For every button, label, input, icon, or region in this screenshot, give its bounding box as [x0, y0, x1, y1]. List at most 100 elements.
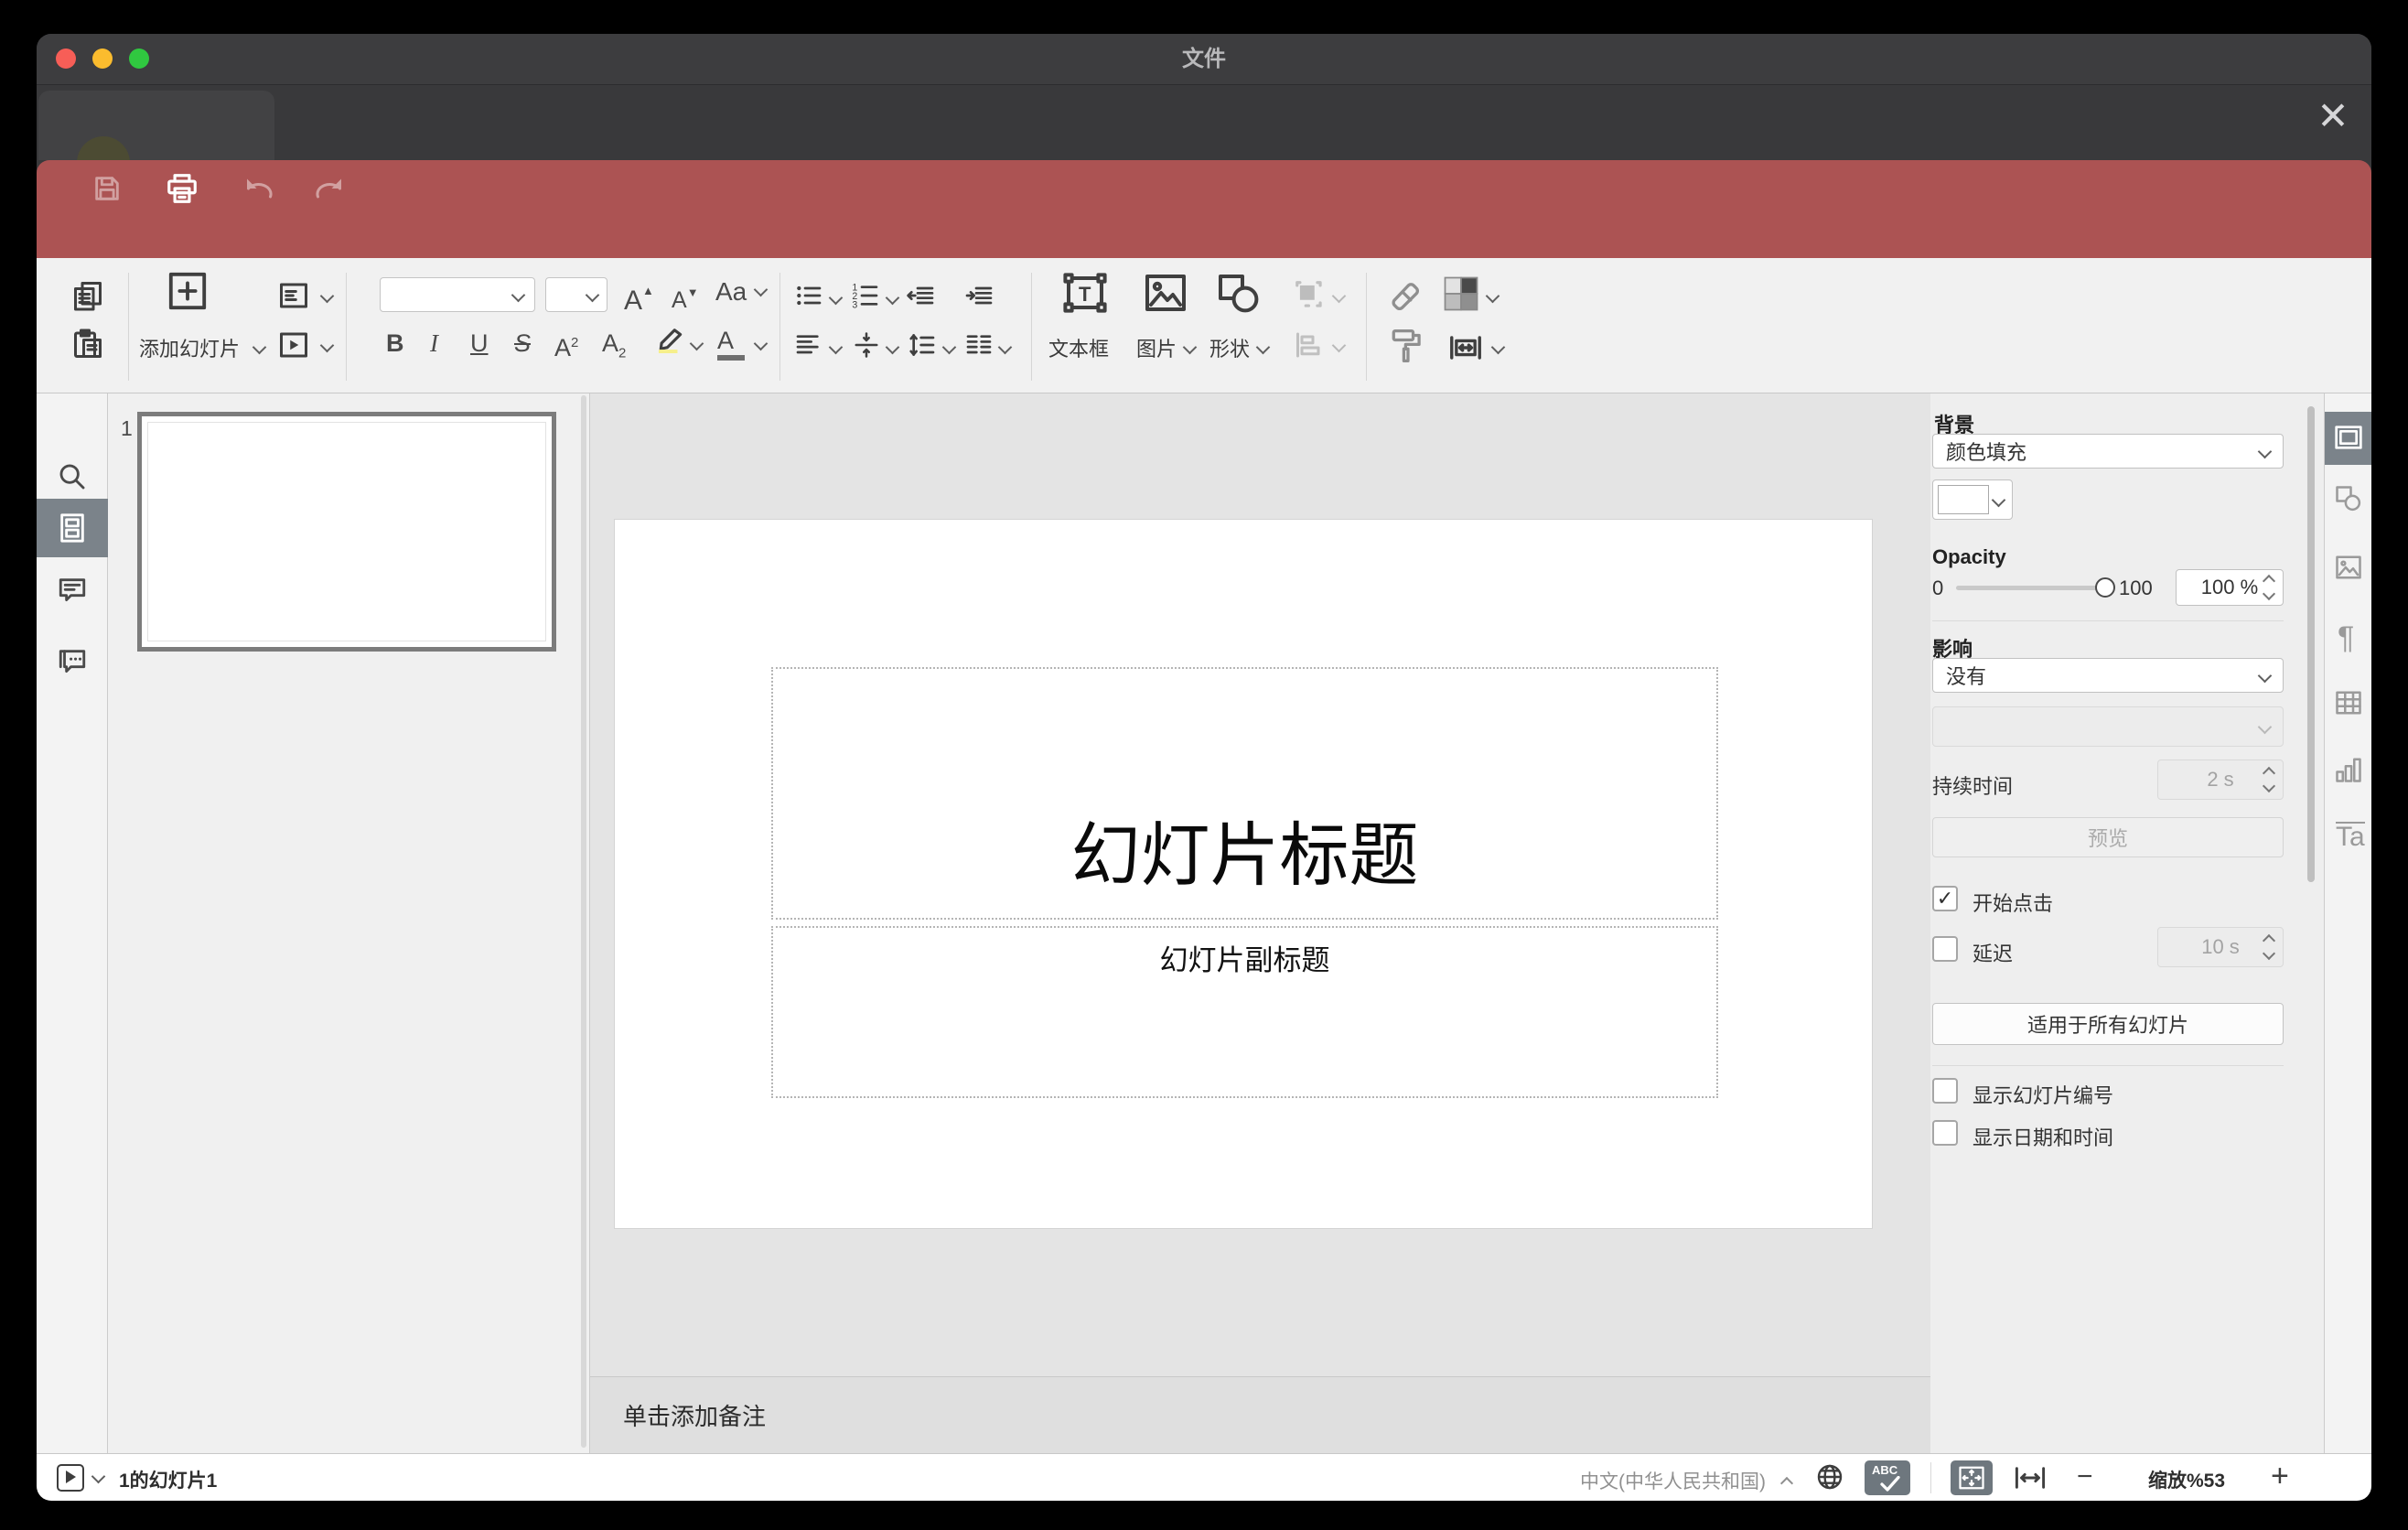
font-color-button[interactable]: A — [717, 324, 745, 361]
effect-select[interactable]: 没有 — [1932, 658, 2284, 693]
duration-label: 持续时间 — [1932, 775, 2014, 798]
table-settings-icon[interactable] — [2335, 690, 2362, 716]
chevron-down-icon[interactable] — [91, 1469, 106, 1484]
decrease-font-size-button[interactable]: A▼ — [672, 276, 699, 317]
spinner-arrows-icon[interactable] — [2262, 570, 2276, 605]
chat-icon[interactable] — [57, 646, 88, 677]
shapes-label: 形状 — [1209, 338, 1251, 361]
background-color-picker[interactable] — [1932, 479, 2013, 520]
decrease-indent-icon[interactable] — [906, 281, 937, 310]
chevron-down-icon — [2257, 668, 2273, 683]
undo-icon[interactable] — [242, 176, 274, 201]
background-fill-select[interactable]: 颜色填充 — [1932, 434, 2284, 469]
numbered-list-icon[interactable]: 123 — [851, 281, 880, 310]
bullet-list-icon[interactable] — [794, 281, 823, 310]
print-icon[interactable] — [165, 171, 199, 206]
chevron-down-icon[interactable] — [885, 290, 900, 306]
start-slideshow-status-icon[interactable] — [57, 1464, 84, 1492]
image-button[interactable]: 图片 — [1136, 333, 1198, 362]
increase-font-size-button[interactable]: A▲ — [624, 275, 654, 318]
copy-icon[interactable] — [71, 279, 104, 312]
language-button[interactable]: 中文(中华人民共和国) — [1580, 1467, 1793, 1494]
paste-icon[interactable] — [71, 328, 104, 361]
start-on-click-checkbox[interactable]: ✓ — [1932, 886, 1958, 911]
opacity-slider-track[interactable] — [1956, 586, 2108, 590]
chevron-down-icon[interactable] — [1490, 339, 1506, 355]
zoom-out-button[interactable]: − — [2077, 1461, 2093, 1492]
shape-settings-icon[interactable] — [2335, 485, 2362, 512]
slides-panel-icon[interactable] — [58, 512, 87, 544]
chevron-down-icon[interactable] — [828, 339, 844, 355]
font-name-combobox[interactable] — [380, 277, 535, 312]
increase-indent-icon[interactable] — [964, 281, 995, 310]
change-case-button[interactable]: Aa — [715, 275, 769, 308]
fit-slide-button[interactable] — [1951, 1460, 1993, 1495]
slide-indicator: 1的幻灯片1 — [119, 1471, 218, 1492]
redo-icon[interactable] — [314, 176, 347, 201]
thumbnail-scrollbar[interactable] — [581, 395, 586, 1448]
delay-checkbox[interactable] — [1932, 936, 1958, 962]
image-icon[interactable] — [1144, 273, 1188, 313]
chevron-down-icon[interactable] — [319, 288, 335, 304]
textbox-button[interactable]: 文本框 — [1048, 333, 1109, 362]
slide-canvas[interactable]: 幻灯片标题 幻灯片副标题 — [615, 520, 1872, 1228]
save-icon[interactable] — [91, 173, 123, 204]
image-label: 图片 — [1136, 338, 1177, 361]
chevron-down-icon[interactable] — [689, 336, 704, 351]
bold-button[interactable]: B — [386, 327, 404, 360]
start-slideshow-icon[interactable] — [276, 329, 311, 361]
italic-button[interactable]: I — [430, 327, 438, 360]
chevron-down-icon[interactable] — [319, 338, 335, 353]
title-placeholder[interactable]: 幻灯片标题 — [771, 667, 1718, 920]
opacity-slider-handle[interactable] — [2095, 577, 2115, 598]
shapes-icon[interactable] — [1217, 273, 1261, 313]
horizontal-align-icon[interactable] — [794, 330, 823, 360]
line-spacing-icon[interactable] — [908, 330, 937, 360]
spellcheck-abc-label: ABC — [1872, 1463, 1898, 1477]
textart-settings-icon[interactable]: Ta — [2336, 822, 2365, 853]
spellcheck-button[interactable]: ABC — [1865, 1460, 1910, 1495]
show-date-time-checkbox[interactable] — [1932, 1120, 1958, 1146]
left-sidebar — [37, 393, 108, 1453]
slide-number: 1 — [121, 416, 133, 440]
search-icon[interactable] — [57, 461, 88, 492]
shapes-button[interactable]: 形状 — [1209, 333, 1271, 362]
zoom-in-button[interactable]: + — [2271, 1459, 2289, 1494]
subtitle-placeholder[interactable]: 幻灯片副标题 — [771, 926, 1718, 1098]
chevron-down-icon[interactable] — [753, 336, 769, 351]
image-settings-icon[interactable] — [2335, 555, 2362, 580]
add-slide-button[interactable]: 添加幻灯片 — [139, 333, 267, 362]
notes-area[interactable]: 单击添加备注 — [590, 1376, 1930, 1453]
opacity-spinner[interactable]: 100 % — [2176, 569, 2284, 606]
chevron-down-icon[interactable] — [885, 339, 900, 355]
chevron-down-icon[interactable] — [941, 339, 957, 355]
strikethrough-button[interactable]: S — [514, 327, 531, 360]
highlight-color-icon[interactable] — [651, 326, 686, 353]
chevron-down-icon[interactable] — [997, 339, 1013, 355]
font-size-combobox[interactable] — [545, 277, 607, 312]
chevron-down-icon[interactable] — [828, 290, 844, 306]
slide-layout-icon[interactable] — [276, 279, 311, 312]
close-icon[interactable]: ✕ — [2311, 94, 2355, 138]
subscript-button[interactable]: A2 — [602, 327, 626, 370]
vertical-align-icon[interactable] — [853, 330, 880, 360]
underline-button[interactable]: U — [470, 327, 489, 360]
slide-settings-icon[interactable] — [2334, 424, 2363, 451]
apply-to-all-slides-button[interactable]: 适用于所有幻灯片 — [1932, 1003, 2284, 1045]
superscript-button[interactable]: A2 — [554, 327, 578, 364]
globe-icon[interactable] — [1815, 1462, 1844, 1492]
paragraph-settings-icon[interactable]: ¶ — [2338, 620, 2354, 656]
columns-icon[interactable] — [964, 330, 994, 360]
slide-size-icon[interactable] — [1446, 331, 1486, 364]
slide-thumbnail[interactable] — [137, 412, 556, 652]
show-slide-number-checkbox[interactable] — [1932, 1078, 1958, 1104]
chevron-down-icon[interactable] — [1485, 288, 1500, 304]
textbox-icon[interactable]: T — [1061, 271, 1109, 315]
panel-scrollbar[interactable] — [2307, 406, 2315, 882]
add-slide-icon[interactable] — [167, 270, 209, 312]
fit-width-button[interactable] — [2013, 1464, 2048, 1492]
comments-icon[interactable] — [57, 575, 88, 606]
chart-settings-icon[interactable] — [2335, 756, 2362, 783]
slide-settings-panel: 背景 颜色填充 Opacity 0 100 100 % 影响 没有 持续时间 2 — [1930, 393, 2324, 1453]
color-scheme-icon[interactable] — [1442, 275, 1480, 313]
